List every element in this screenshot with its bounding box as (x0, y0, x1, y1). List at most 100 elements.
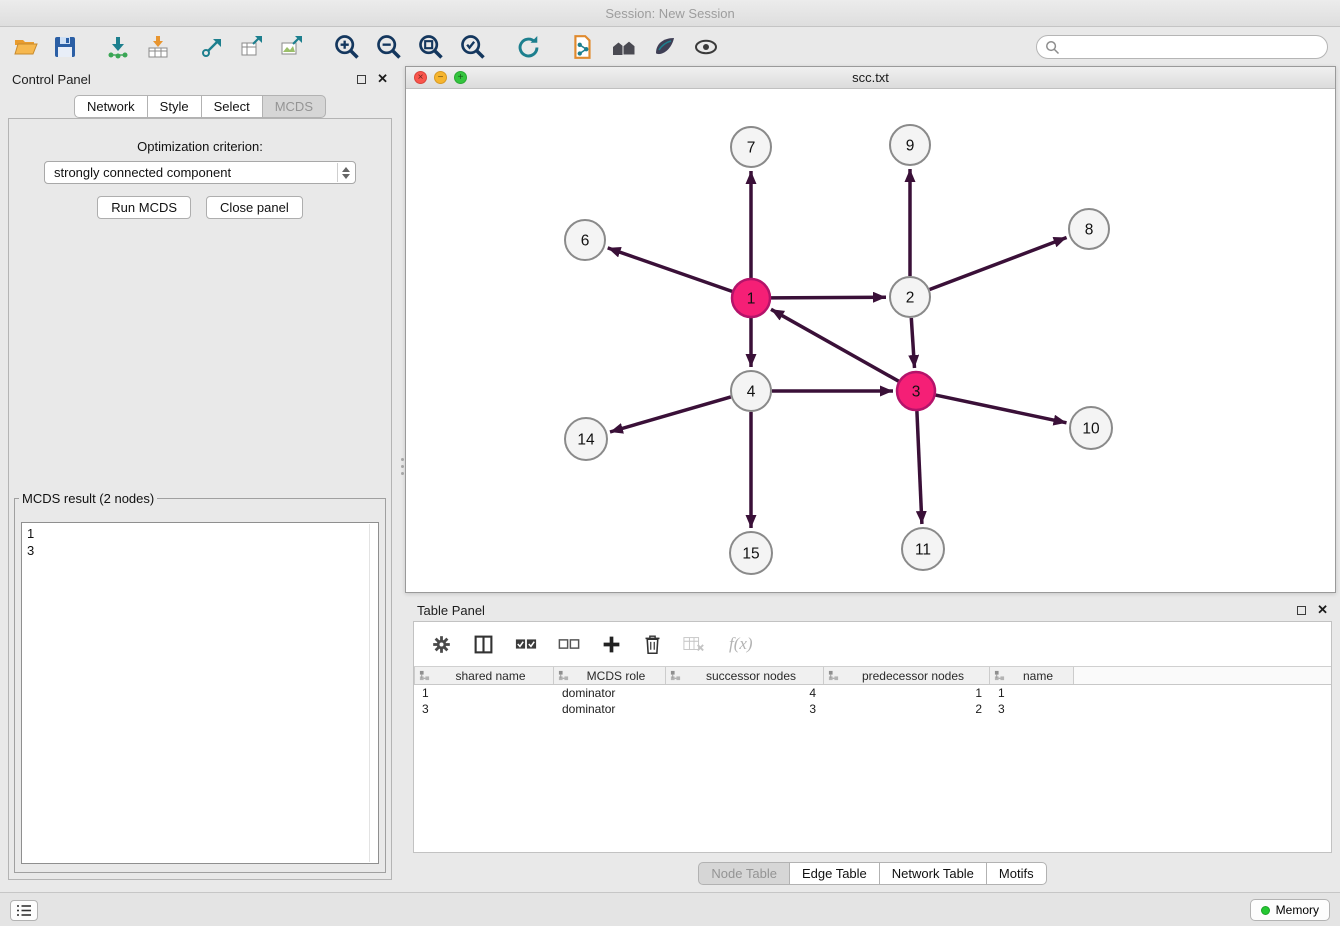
style-button[interactable] (651, 34, 679, 60)
table-row[interactable]: 1dominator411 (414, 685, 1331, 701)
control-panel: Control Panel ✕ NetworkStyleSelectMCDS O… (0, 66, 400, 892)
node-label-2: 2 (906, 290, 915, 307)
select-all-button[interactable] (514, 635, 538, 653)
show-columns-button[interactable] (472, 633, 495, 656)
cell-name[interactable]: 1 (990, 686, 1074, 700)
cell-successor-nodes[interactable]: 4 (666, 686, 824, 700)
document-share-icon (570, 34, 596, 60)
style-brush-icon (652, 35, 678, 59)
zoom-selected-button[interactable] (458, 32, 488, 62)
add-row-button[interactable] (600, 633, 623, 656)
export-network-button[interactable] (198, 34, 226, 60)
float-control-panel-icon[interactable] (357, 75, 366, 84)
mcds-result-list[interactable]: 13 (21, 522, 379, 864)
column-edit-icon (558, 670, 569, 681)
cell-mcds-role[interactable]: dominator (554, 702, 666, 716)
edge-1-2[interactable] (771, 297, 886, 298)
open-session-button[interactable] (12, 34, 40, 60)
float-table-panel-icon[interactable] (1297, 606, 1306, 615)
table-settings-button[interactable] (430, 633, 453, 656)
table-rows: 1dominator4113dominator323 (414, 685, 1331, 717)
import-table-icon (145, 35, 171, 59)
table-panel-title: Table Panel (417, 603, 1297, 618)
memory-button[interactable]: Memory (1250, 899, 1330, 921)
deselect-all-icon (558, 636, 580, 652)
import-table-button[interactable] (144, 34, 172, 60)
minimize-window-icon[interactable]: − (434, 71, 447, 84)
control-panel-title: Control Panel (12, 72, 357, 87)
close-panel-button[interactable]: Close panel (206, 196, 303, 219)
column-header-successor-nodes[interactable]: successor nodes (666, 667, 824, 684)
column-header-predecessor-nodes[interactable]: predecessor nodes (824, 667, 990, 684)
tab-style[interactable]: Style (147, 95, 202, 118)
trash-icon (643, 634, 662, 655)
cell-predecessor-nodes[interactable]: 2 (824, 702, 990, 716)
close-window-icon[interactable]: × (414, 71, 427, 84)
run-mcds-button[interactable]: Run MCDS (97, 196, 191, 219)
zoom-out-icon (375, 33, 403, 61)
optimization-dropdown[interactable]: strongly connected component (44, 161, 356, 184)
node-label-7: 7 (747, 140, 756, 157)
delete-row-button[interactable] (642, 633, 663, 656)
network-canvas[interactable]: 7968124310141511 (406, 90, 1335, 592)
table-panel: Table Panel ✕ (405, 597, 1340, 892)
table-panel-header: Table Panel ✕ (405, 597, 1340, 623)
export-table-button[interactable] (238, 34, 266, 60)
zoom-in-button[interactable] (332, 32, 362, 62)
cell-successor-nodes[interactable]: 3 (666, 702, 824, 716)
close-control-panel-icon[interactable]: ✕ (377, 74, 388, 84)
search-input[interactable] (1065, 39, 1319, 56)
first-neighbors-button[interactable] (569, 33, 597, 61)
columns-icon (473, 634, 494, 655)
export-image-button[interactable] (278, 34, 306, 60)
home-button[interactable] (609, 34, 639, 60)
close-table-panel-icon[interactable]: ✕ (1317, 605, 1328, 615)
edge-3-10[interactable] (936, 395, 1067, 423)
zoom-fit-button[interactable] (416, 32, 446, 62)
tab-select[interactable]: Select (201, 95, 263, 118)
edge-4-14[interactable] (610, 397, 731, 432)
tab-node-table[interactable]: Node Table (698, 862, 790, 885)
maximize-window-icon[interactable]: + (454, 71, 467, 84)
table-panel-body: f(x) shared nameMCDS rolesuccessor nodes… (413, 621, 1332, 853)
refresh-button[interactable] (514, 33, 543, 62)
table-tabs: Node TableEdge TableNetwork TableMotifs (698, 862, 1046, 885)
column-header-name[interactable]: name (990, 667, 1074, 684)
tab-network[interactable]: Network (74, 95, 148, 118)
node-label-4: 4 (747, 384, 756, 401)
cell-name[interactable]: 3 (990, 702, 1074, 716)
table-header-row: shared nameMCDS rolesuccessor nodesprede… (414, 666, 1331, 685)
mcds-result-fieldset: MCDS result (2 nodes) 13 (14, 491, 386, 873)
network-window-titlebar[interactable]: scc.txt × − + (406, 67, 1335, 89)
cell-mcds-role[interactable]: dominator (554, 686, 666, 700)
tab-mcds[interactable]: MCDS (262, 95, 326, 118)
tab-network-table[interactable]: Network Table (879, 862, 987, 885)
zoom-selected-icon (459, 33, 487, 61)
search-box[interactable] (1036, 35, 1328, 59)
node-label-6: 6 (581, 233, 590, 250)
column-header-mcds-role[interactable]: MCDS role (554, 667, 666, 684)
memory-status-dot (1261, 906, 1270, 915)
table-row[interactable]: 3dominator323 (414, 701, 1331, 717)
column-header-shared-name[interactable]: shared name (414, 667, 554, 684)
deselect-all-button[interactable] (557, 635, 581, 653)
edge-3-11[interactable] (917, 411, 922, 524)
edge-2-3[interactable] (911, 318, 914, 368)
edge-3-1[interactable] (771, 309, 899, 381)
cell-shared-name[interactable]: 1 (414, 686, 554, 700)
cell-shared-name[interactable]: 3 (414, 702, 554, 716)
tab-motifs[interactable]: Motifs (986, 862, 1047, 885)
window-title: Session: New Session (605, 6, 734, 21)
node-label-8: 8 (1085, 222, 1094, 239)
task-history-button[interactable] (10, 900, 38, 921)
mcds-panel: Optimization criterion: strongly connect… (8, 118, 392, 880)
cell-predecessor-nodes[interactable]: 1 (824, 686, 990, 700)
zoom-out-button[interactable] (374, 32, 404, 62)
import-network-button[interactable] (104, 34, 132, 60)
tab-edge-table[interactable]: Edge Table (789, 862, 880, 885)
save-session-button[interactable] (52, 34, 78, 60)
visibility-button[interactable] (691, 34, 721, 60)
column-edit-icon (670, 670, 681, 681)
edge-2-8[interactable] (930, 238, 1067, 290)
edge-1-6[interactable] (608, 248, 732, 292)
